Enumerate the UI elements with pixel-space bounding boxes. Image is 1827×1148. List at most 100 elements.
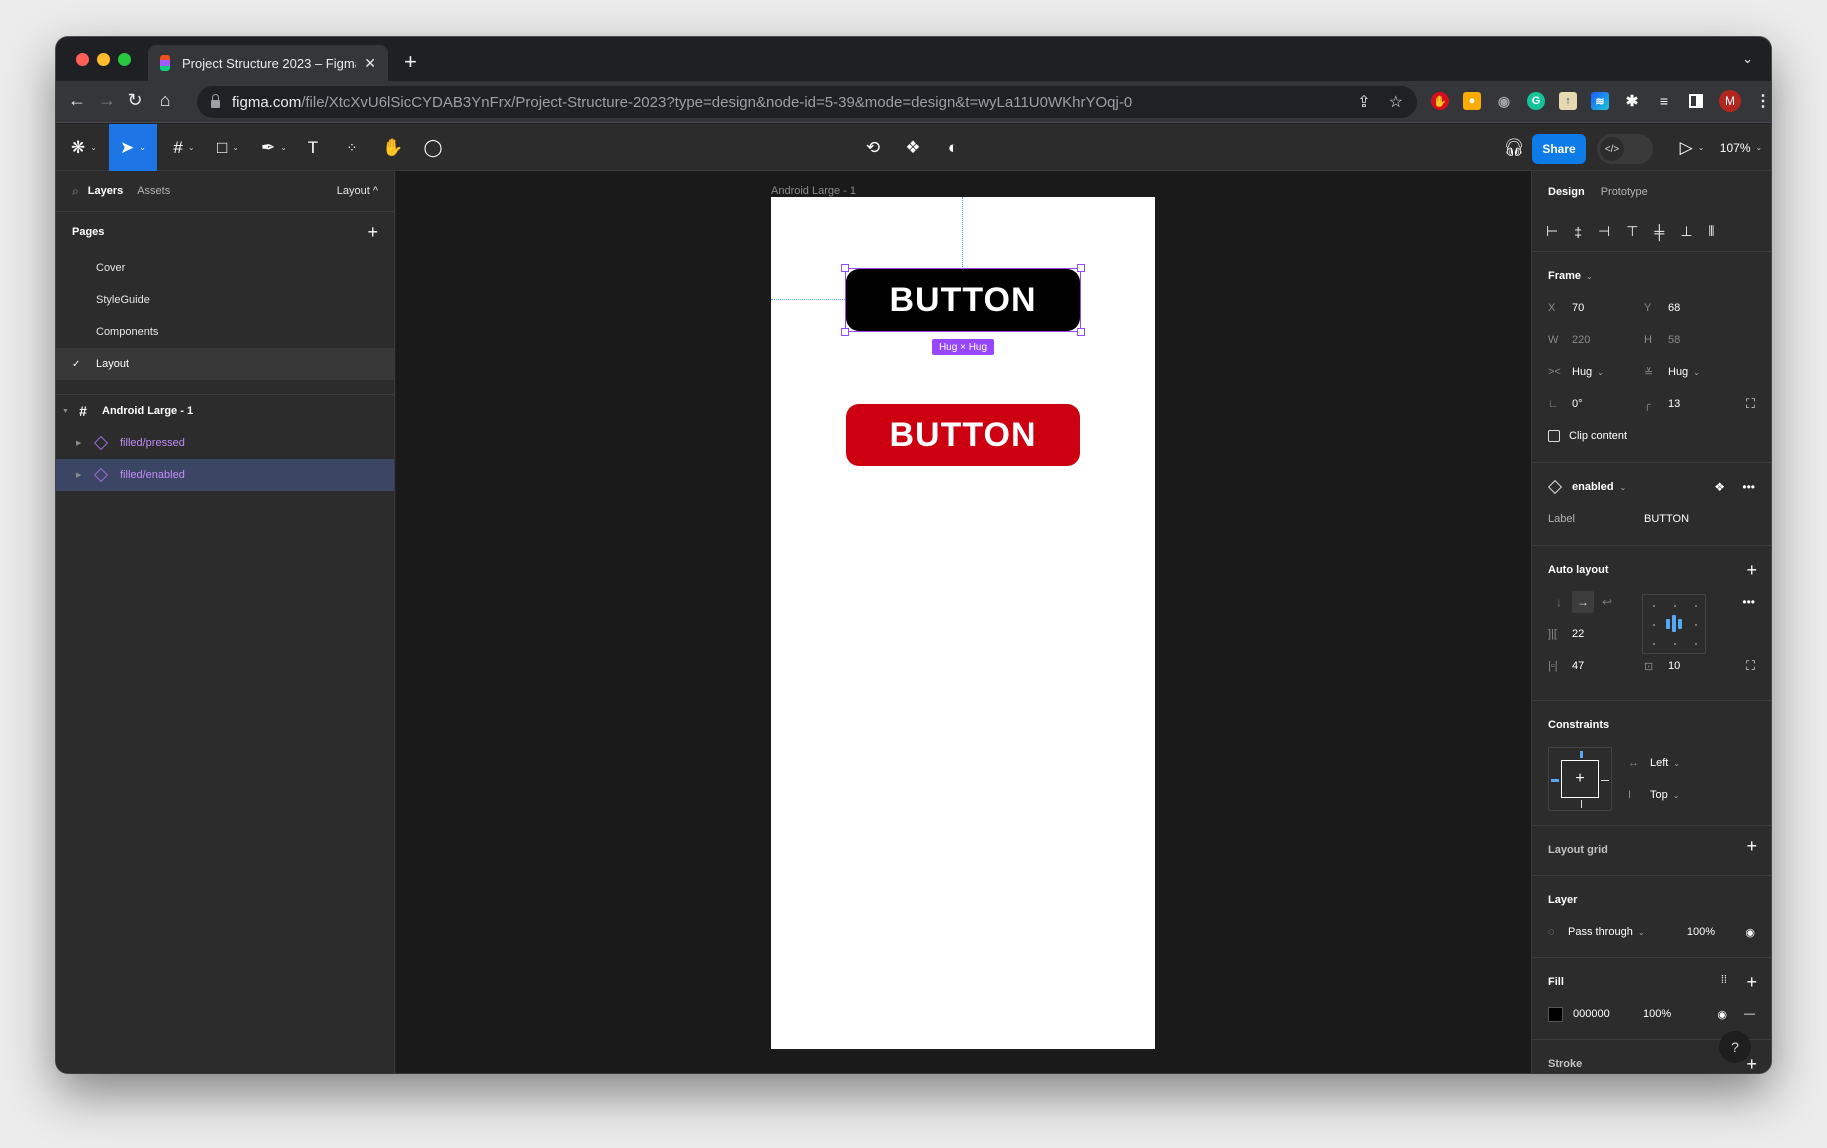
dev-mode-toggle[interactable]: </> [1597, 134, 1653, 164]
frame-title[interactable]: Frame ⌄ [1548, 260, 1755, 292]
bible-extension-icon[interactable]: ↑ [1559, 92, 1577, 110]
grammarly-extension-icon[interactable]: G [1527, 92, 1545, 110]
align-left-icon[interactable]: ⊢ [1546, 223, 1558, 240]
remove-auto-layout-icon[interactable]: + [1746, 560, 1757, 581]
forward-icon[interactable]: → [96, 90, 118, 111]
style-grid-icon[interactable]: ⁞⁞ [1721, 974, 1727, 986]
go-to-main-component-icon[interactable]: ❖ [1714, 480, 1725, 494]
gap-field[interactable]: ]|[22 [1548, 628, 1644, 640]
tab-assets[interactable]: Assets [137, 185, 170, 197]
variant-name[interactable]: enabled [1572, 481, 1614, 493]
wrap-direction-button[interactable]: ↩ [1596, 591, 1618, 613]
layer-filled-enabled[interactable]: ▶ filled/enabled [56, 459, 394, 491]
side-panel-icon[interactable] [1687, 92, 1705, 110]
align-right-icon[interactable]: ⊣ [1598, 223, 1610, 240]
text-tool-button[interactable]: T [299, 124, 327, 171]
resize-handle-bottom-right[interactable] [1077, 328, 1085, 336]
media-queue-icon[interactable]: ≡ [1655, 92, 1673, 110]
present-button[interactable]: ▷ ⌄ [1672, 124, 1712, 171]
property-value[interactable]: BUTTON [1644, 513, 1689, 525]
page-selector[interactable]: Layout ^ [337, 185, 378, 197]
button-filled-pressed[interactable]: BUTTON [846, 404, 1080, 466]
resize-handle-top-right[interactable] [1077, 264, 1085, 272]
distribute-icon[interactable]: ⫴ [1709, 223, 1715, 240]
tab-layers[interactable]: Layers [88, 185, 123, 197]
main-menu-button[interactable]: ❋ ⌄ [64, 124, 104, 171]
back-icon[interactable]: ← [66, 90, 88, 111]
constraint-left-indicator[interactable] [1551, 779, 1559, 782]
fill-opacity-field[interactable]: 100% [1643, 1008, 1671, 1020]
puzzle-extensions-icon[interactable]: ✱ [1623, 92, 1641, 110]
new-tab-button[interactable]: + [404, 49, 417, 75]
layer-frame-android-large[interactable]: ▼ # Android Large - 1 [56, 395, 394, 427]
help-button[interactable]: ? [1719, 1031, 1751, 1063]
add-layout-grid-icon[interactable]: + [1746, 836, 1757, 857]
layer-filled-pressed[interactable]: ▶ filled/pressed [56, 427, 394, 459]
horizontal-padding-field[interactable]: |▫| 47 [1548, 660, 1644, 672]
clip-content-toggle[interactable]: Clip content [1548, 420, 1755, 452]
add-fill-icon[interactable]: + [1746, 972, 1757, 993]
component-swap-button[interactable]: ⟲ [859, 124, 887, 171]
collapse-caret-icon[interactable]: ▼ [62, 408, 72, 415]
contrast-button[interactable]: ◐ [939, 124, 967, 171]
browser-tab[interactable]: Project Structure 2023 – Figma ✕ [148, 45, 388, 81]
fill-color-swatch[interactable] [1548, 1006, 1563, 1022]
reload-icon[interactable]: ↻ [124, 90, 146, 111]
share-button[interactable]: Share [1532, 134, 1586, 164]
vertical-padding-field[interactable]: ⊡ 10 [1644, 660, 1740, 673]
resources-tool-button[interactable]: ⁘ [338, 124, 366, 171]
y-field[interactable]: Y 68 [1644, 302, 1740, 314]
comment-tool-button[interactable]: ◯ [419, 124, 447, 171]
adblock-extension-icon[interactable]: ✋ [1431, 92, 1449, 110]
close-tab-icon[interactable]: ✕ [364, 55, 376, 72]
android-frame[interactable]: BUTTON Hug × Hug BUTTON [771, 197, 1155, 1049]
share-page-icon[interactable]: ⇪ [1357, 92, 1370, 112]
bookmark-star-icon[interactable]: ☆ [1389, 92, 1403, 112]
expand-caret-icon[interactable]: ▶ [76, 471, 86, 479]
page-item-cover[interactable]: Cover [56, 252, 394, 284]
minimize-window-button[interactable] [97, 53, 110, 66]
remove-fill-icon[interactable]: — [1744, 1008, 1755, 1020]
pen-tool-button[interactable]: ✒ ⌄ [254, 124, 294, 171]
x-field[interactable]: X 70 [1548, 302, 1644, 314]
url-bar[interactable]: figma.com /file/XtcXvU6lSicCYDAB3YnFrx/P… [197, 86, 1417, 118]
independent-corners-icon[interactable]: ⛶ [1746, 396, 1755, 412]
canvas[interactable]: Android Large - 1 BUTTON Hug × Hug BUTTO… [396, 171, 1531, 1073]
align-top-icon[interactable]: ⊤ [1626, 223, 1638, 240]
browser-menu-icon[interactable]: ⋮ [1755, 91, 1771, 111]
profile-avatar[interactable]: M [1719, 90, 1741, 112]
close-window-button[interactable] [76, 53, 89, 66]
resize-handle-bottom-left[interactable] [841, 328, 849, 336]
page-item-layout[interactable]: ✓ Layout [56, 348, 394, 380]
page-item-styleguide[interactable]: StyleGuide [56, 284, 394, 316]
tab-search-chevron-icon[interactable]: ⌄ [1742, 51, 1753, 67]
zoom-menu[interactable]: 107% ⌄ [1716, 124, 1766, 171]
width-mode-select[interactable]: >< Hug ⌄ [1548, 366, 1644, 378]
button-filled-enabled[interactable]: BUTTON [846, 269, 1080, 331]
align-horizontal-center-icon[interactable]: ‡ [1574, 224, 1582, 240]
add-page-icon[interactable]: + [367, 222, 378, 243]
expand-caret-icon[interactable]: ▶ [76, 439, 86, 447]
horizontal-constraint-select[interactable]: ↔ Left ⌄ [1628, 747, 1680, 779]
keep-extension-icon[interactable]: ● [1463, 92, 1481, 110]
vertical-constraint-select[interactable]: I Top ⌄ [1628, 779, 1680, 811]
tab-prototype[interactable]: Prototype [1601, 186, 1648, 198]
wave-extension-icon[interactable]: ≋ [1591, 92, 1609, 110]
resize-handle-top-left[interactable] [841, 264, 849, 272]
home-icon[interactable]: ⌂ [154, 90, 176, 111]
hand-tool-button[interactable]: ✋ [379, 124, 407, 171]
height-field[interactable]: H 58 [1644, 334, 1740, 346]
frame-label[interactable]: Android Large - 1 [771, 185, 856, 197]
fill-visibility-eye-icon[interactable]: ◉ [1717, 1008, 1727, 1021]
blend-mode-select[interactable]: Pass through [1568, 926, 1633, 938]
layer-opacity-field[interactable]: 100% [1687, 926, 1715, 938]
individual-padding-icon[interactable]: ⛶ [1746, 658, 1755, 674]
rotation-field[interactable]: ∟ 0° [1548, 398, 1644, 410]
more-options-icon[interactable]: ••• [1742, 480, 1755, 494]
height-mode-select[interactable]: ≚ Hug ⌄ [1644, 366, 1740, 379]
maximize-window-button[interactable] [118, 53, 131, 66]
search-icon[interactable]: ⌕ [72, 184, 79, 199]
constraint-widget[interactable]: + [1548, 747, 1612, 811]
clip-content-checkbox[interactable] [1548, 430, 1560, 442]
constraint-top-indicator[interactable] [1580, 751, 1583, 758]
